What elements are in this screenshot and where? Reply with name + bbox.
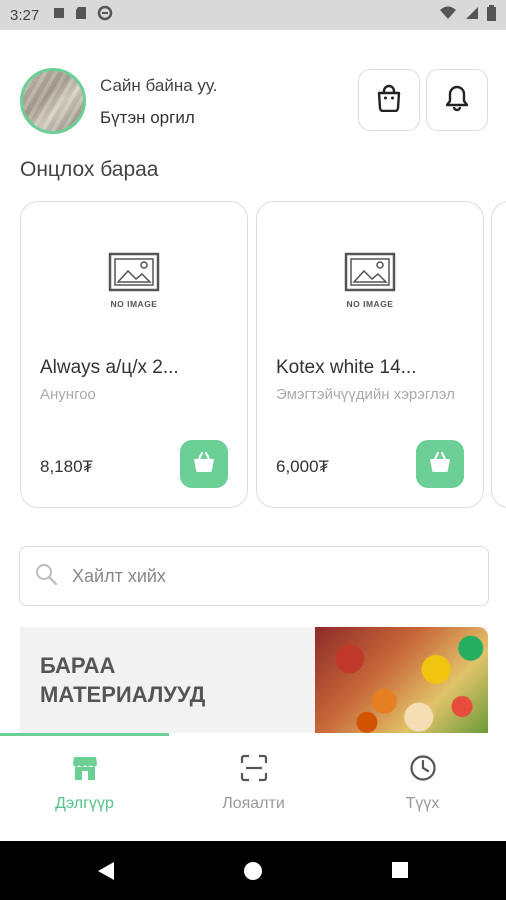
- product-price: 8,180₮: [40, 457, 93, 476]
- scan-icon: [169, 751, 338, 785]
- bell-icon: [444, 84, 470, 117]
- sd-card-icon: [75, 6, 87, 25]
- no-image-label: NO IMAGE: [110, 299, 158, 309]
- product-name: Always а/ц/х 2...: [40, 357, 179, 378]
- home-icon[interactable]: [243, 861, 263, 886]
- nav-item-history[interactable]: Түүх: [338, 751, 506, 813]
- recents-icon[interactable]: [391, 861, 409, 884]
- avatar[interactable]: [20, 68, 86, 134]
- add-to-cart-button[interactable]: [416, 440, 464, 488]
- category-banner[interactable]: БАРАА МАТЕРИАЛУУД: [20, 627, 488, 733]
- product-card-partial[interactable]: [491, 201, 506, 508]
- product-name: Kotex white 14...: [276, 357, 417, 378]
- system-status-icons: [439, 4, 496, 26]
- add-to-cart-button[interactable]: [180, 440, 228, 488]
- shopping-bag-icon: [376, 84, 402, 117]
- nav-item-loyalty[interactable]: Лояалти: [169, 751, 338, 813]
- back-icon[interactable]: [96, 861, 116, 886]
- product-price: 6,000₮: [276, 457, 329, 476]
- image-placeholder-icon: [344, 252, 396, 292]
- square-notification-icon: [53, 6, 65, 24]
- greeting-text: Сайн байна уу.: [100, 76, 218, 95]
- data-saver-icon: [97, 5, 113, 26]
- banner-title-line2: МАТЕРИАЛУУД: [40, 682, 206, 707]
- banner-title-line1: БАРАА: [40, 653, 116, 678]
- battery-icon: [487, 4, 496, 26]
- status-bar: 3:27: [0, 0, 506, 30]
- clock-icon: [338, 751, 506, 785]
- nav-label: Түүх: [405, 795, 440, 812]
- header: Сайн байна уу. Бүтэн оргил: [20, 68, 488, 134]
- product-category: Анунгоо: [40, 386, 96, 403]
- bottom-navigation: Дэлгүүр Лояалти Түүх: [0, 733, 506, 841]
- search-icon: [34, 562, 58, 591]
- notifications-button[interactable]: [426, 69, 488, 131]
- nav-label: Дэлгүүр: [55, 795, 114, 812]
- wifi-icon: [439, 6, 457, 25]
- notification-icons: [53, 5, 113, 26]
- active-tab-indicator: [0, 733, 169, 736]
- basket-icon: [428, 451, 452, 478]
- product-category: Эмэгтэйчүүдийн хэрэглэл: [276, 386, 455, 403]
- banner-food-image: [315, 627, 488, 733]
- status-time: 3:27: [10, 6, 40, 24]
- signal-icon: [465, 6, 479, 25]
- nav-label: Лояалти: [222, 795, 285, 812]
- cart-button[interactable]: [358, 69, 420, 131]
- no-image-placeholder: NO IMAGE: [330, 252, 410, 309]
- no-image-label: NO IMAGE: [346, 299, 394, 309]
- product-card[interactable]: NO IMAGE Kotex white 14... Эмэгтэйчүүдий…: [256, 201, 484, 508]
- no-image-placeholder: NO IMAGE: [94, 252, 174, 309]
- search-placeholder: Хайлт хийх: [72, 565, 166, 586]
- search-input[interactable]: Хайлт хийх: [19, 546, 489, 606]
- system-navigation-bar: [0, 841, 506, 900]
- section-title: Онцлох бараа: [20, 158, 159, 181]
- user-name: Бүтэн оргил: [100, 108, 195, 127]
- store-icon: [0, 751, 169, 785]
- product-card[interactable]: NO IMAGE Always а/ц/х 2... Анунгоо 8,180…: [20, 201, 248, 508]
- banner-title: БАРАА МАТЕРИАЛУУД: [40, 651, 205, 709]
- nav-item-store[interactable]: Дэлгүүр: [0, 751, 169, 813]
- basket-icon: [192, 451, 216, 478]
- image-placeholder-icon: [108, 252, 160, 292]
